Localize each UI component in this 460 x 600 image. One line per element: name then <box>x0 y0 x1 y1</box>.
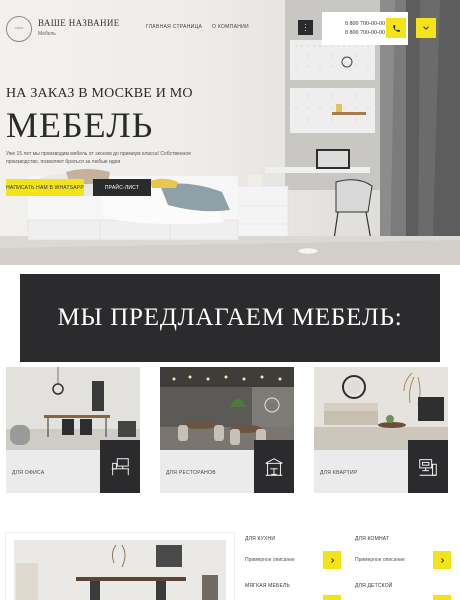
apartment-card-label: ДЛЯ КВАРТИР <box>320 470 358 476</box>
kitchen-arrow-button[interactable] <box>323 551 341 569</box>
rooms-arrow-button[interactable] <box>433 551 451 569</box>
office-card-label: ДЛЯ ОФИСА <box>12 470 45 476</box>
more-menu-button[interactable] <box>298 20 313 35</box>
price-list-button[interactable]: ПРАЙС-ЛИСТ <box>93 179 151 196</box>
brand-name: ВАШЕ НАЗВАНИЕ <box>38 18 120 28</box>
nav-home-link[interactable]: ГЛАВНАЯ СТРАНИЦА <box>146 24 202 30</box>
apartment-photo <box>314 367 448 450</box>
restaurant-icon <box>265 457 283 476</box>
office-photo <box>6 367 140 450</box>
kids-category-title[interactable]: ДЛЯ ДЕТСКОЙ <box>355 583 393 589</box>
hero-title: МЕБЕЛЬ <box>6 105 154 145</box>
kitchen-category-title[interactable]: ДЛЯ КУХНИ <box>245 536 275 542</box>
kitchen-photo-frame <box>6 533 234 600</box>
kids-arrow-button[interactable] <box>433 595 451 600</box>
logo[interactable]: LOGO <box>6 16 32 42</box>
kitchen-category-desc: Примерное описание <box>245 557 295 563</box>
soft-furniture-category-title[interactable]: МЯГКАЯ МЕБЕЛЬ <box>245 583 290 589</box>
office-desk-icon <box>111 457 130 475</box>
chevron-right-icon <box>440 557 444 563</box>
brand-subtitle: Мебель <box>38 31 56 37</box>
restaurant-photo <box>160 367 294 450</box>
restaurant-card-label: ДЛЯ РЕСТОРАНОВ <box>166 470 216 476</box>
dots-vertical-icon <box>304 26 307 29</box>
phones-dropdown-button[interactable] <box>416 18 436 38</box>
rooms-category-desc: Примерное описание <box>355 557 405 563</box>
apartment-icon <box>419 458 437 476</box>
nav-about-link[interactable]: О КОМПАНИИ <box>212 24 249 30</box>
office-furniture-card[interactable]: ДЛЯ ОФИСА <box>6 367 140 493</box>
rooms-category-title[interactable]: ДЛЯ КОМНАТ <box>355 536 389 542</box>
phone-number-2[interactable]: 8 800 700-00-00 <box>345 30 385 36</box>
phone-number-1[interactable]: 8 800 700-00-00 <box>345 21 385 27</box>
hero-kicker: НА ЗАКАЗ В МОСКВЕ И МО <box>6 86 193 101</box>
hero-description: Уже 15 лет мы производим мебель от эконо… <box>6 151 191 165</box>
apartment-furniture-card[interactable]: ДЛЯ КВАРТИР <box>314 367 448 493</box>
office-icon-box <box>100 440 140 493</box>
soft-furniture-arrow-button[interactable] <box>323 595 341 600</box>
call-button[interactable] <box>386 18 406 38</box>
offer-banner: МЫ ПРЕДЛАГАЕМ МЕБЕЛЬ: <box>20 274 440 362</box>
hero-section: LOGO ВАШЕ НАЗВАНИЕ Мебель ГЛАВНАЯ СТРАНИ… <box>0 0 460 265</box>
apartment-icon-box <box>408 440 448 493</box>
restaurant-furniture-card[interactable]: ДЛЯ РЕСТОРАНОВ <box>160 367 294 493</box>
offer-title: МЫ ПРЕДЛАГАЕМ МЕБЕЛЬ: <box>57 304 403 331</box>
kitchen-photo <box>14 540 226 600</box>
chevron-down-icon <box>423 26 429 30</box>
phone-icon <box>392 24 400 32</box>
logo-text: LOGO <box>14 26 24 31</box>
whatsapp-button[interactable]: НАПИСАТЬ НАМ В WHATSAPP <box>6 179 84 196</box>
chevron-right-icon <box>330 557 334 563</box>
restaurant-icon-box <box>254 440 294 493</box>
